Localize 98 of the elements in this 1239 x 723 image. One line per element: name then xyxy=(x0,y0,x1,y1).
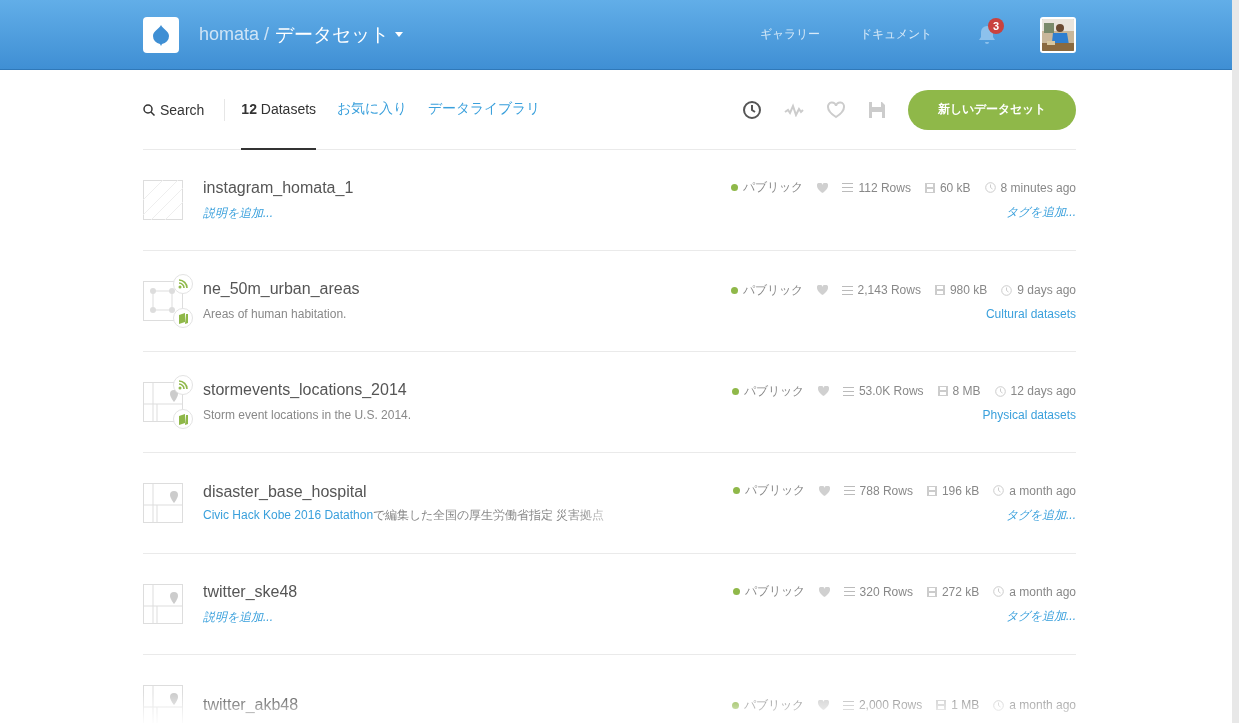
dataset-name[interactable]: stormevents_locations_2014 xyxy=(203,381,732,399)
row-count: 788 Rows xyxy=(859,483,913,498)
updated-time: 9 days ago xyxy=(1017,283,1076,297)
add-tag-link[interactable]: タグを追加... xyxy=(1006,204,1076,221)
search-button[interactable]: Search xyxy=(143,98,226,121)
map-thumbnail xyxy=(143,685,183,723)
dataset-description: Storm event locations in the U.S. 2014. xyxy=(203,408,412,422)
heart-icon[interactable] xyxy=(817,182,829,193)
caret-icon xyxy=(395,32,404,37)
book-icon xyxy=(173,308,193,328)
save-icon xyxy=(936,700,947,710)
feed-icon xyxy=(173,375,193,395)
tab[interactable]: お気に入り xyxy=(337,69,408,150)
dataset-description: Civic Hack Kobe 2016 Datathonで編集した全国の厚生労働省指定 災害拠点 xyxy=(203,506,606,524)
heart-icon[interactable] xyxy=(826,100,846,119)
event-link[interactable]: Civic Hack Kobe 2016 Datathon xyxy=(203,507,374,522)
list-icon xyxy=(843,587,855,596)
dataset-name[interactable]: disaster_base_hospital xyxy=(203,482,733,501)
dataset-name[interactable]: ne_50m_urban_areas xyxy=(203,280,731,298)
updated-time: 12 days ago xyxy=(1010,384,1076,398)
status-dot xyxy=(731,184,739,191)
clock-icon[interactable] xyxy=(742,99,762,120)
book-icon xyxy=(173,409,193,429)
search-icon xyxy=(143,103,155,116)
map-thumbnail xyxy=(143,483,183,523)
visibility-label: パブリック xyxy=(744,482,805,499)
map-thumbnail xyxy=(143,382,183,422)
dataset-name[interactable]: twitter_ske48 xyxy=(203,582,733,601)
activity-icon[interactable] xyxy=(784,102,804,117)
file-size: 272 kB xyxy=(941,584,980,599)
new-dataset-button[interactable]: 新しいデータセット xyxy=(908,89,1076,130)
clock-icon xyxy=(993,699,1005,711)
list-icon xyxy=(842,386,854,396)
map-thumbnail xyxy=(143,584,183,624)
save-icon xyxy=(926,485,937,496)
file-size: 60 kB xyxy=(939,180,971,195)
heart-icon[interactable] xyxy=(818,586,830,597)
placeholder-thumbnail xyxy=(143,180,183,220)
heart-icon[interactable] xyxy=(817,700,829,710)
list-icon xyxy=(842,700,854,710)
visibility-label: パブリック xyxy=(743,382,804,400)
list-icon xyxy=(842,183,854,192)
file-size: 196 kB xyxy=(941,483,980,498)
clock-icon xyxy=(993,485,1005,496)
save-icon xyxy=(937,386,948,396)
status-dot xyxy=(731,701,739,709)
save-icon xyxy=(924,182,935,193)
row-count: 320 Rows xyxy=(859,584,913,599)
clock-icon xyxy=(993,586,1005,597)
status-dot xyxy=(732,588,740,595)
tab[interactable]: 12 Datasets xyxy=(241,69,317,150)
clock-icon xyxy=(994,385,1006,397)
add-description-link[interactable]: 説明を追加... xyxy=(203,609,273,624)
visibility-label: パブリック xyxy=(743,179,804,196)
clock-icon xyxy=(984,182,996,193)
section-dropdown[interactable]: データセット xyxy=(269,21,404,48)
heart-icon[interactable] xyxy=(817,386,829,396)
notification-count: 3 xyxy=(988,17,1004,34)
category-link[interactable]: Physical datasets xyxy=(982,407,1076,422)
list-icon xyxy=(843,486,855,495)
status-dot xyxy=(730,286,738,294)
tab[interactable]: データライブラリ xyxy=(428,69,541,150)
file-size: 980 kB xyxy=(949,283,988,297)
row-count: 53.0K Rows xyxy=(858,384,924,398)
save-icon[interactable] xyxy=(868,100,886,119)
updated-time: a month ago xyxy=(1009,483,1076,498)
polygon-thumbnail xyxy=(143,281,183,321)
dataset-name[interactable]: twitter_akb48 xyxy=(203,696,732,714)
dataset-name[interactable]: instagram_homata_1 xyxy=(203,178,732,197)
add-description-link[interactable]: 説明を追加... xyxy=(203,205,273,220)
list-icon xyxy=(841,285,853,295)
updated-time: 8 minutes ago xyxy=(1000,180,1076,195)
heart-icon[interactable] xyxy=(816,285,828,295)
save-icon xyxy=(926,586,937,597)
logo[interactable] xyxy=(143,16,179,53)
heart-icon[interactable] xyxy=(818,485,830,496)
status-dot xyxy=(731,387,739,395)
row-count: 2,000 Rows xyxy=(858,698,923,712)
username: homata / xyxy=(199,24,270,45)
feed-icon xyxy=(173,274,193,294)
updated-time: a month ago xyxy=(1009,698,1076,712)
save-icon xyxy=(934,285,945,295)
row-count: 112 Rows xyxy=(858,180,911,195)
dataset-description: Areas of human habitation. xyxy=(203,307,347,321)
add-tag-link[interactable]: タグを追加... xyxy=(1006,507,1076,524)
visibility-label: パブリック xyxy=(742,281,803,299)
file-size: 1 MB xyxy=(951,698,980,712)
row-count: 2,143 Rows xyxy=(857,283,921,297)
status-dot xyxy=(732,487,740,494)
category-link[interactable]: Cultural datasets xyxy=(985,306,1076,321)
visibility-label: パブリック xyxy=(743,696,804,714)
nav-link[interactable]: ドキュメント xyxy=(860,26,932,43)
file-size: 8 MB xyxy=(952,384,981,398)
add-tag-link[interactable]: タグを追加... xyxy=(1006,608,1076,625)
clock-icon xyxy=(1001,284,1013,296)
updated-time: a month ago xyxy=(1009,584,1076,599)
visibility-label: パブリック xyxy=(744,583,805,600)
nav-link[interactable]: ギャラリー xyxy=(760,26,820,43)
